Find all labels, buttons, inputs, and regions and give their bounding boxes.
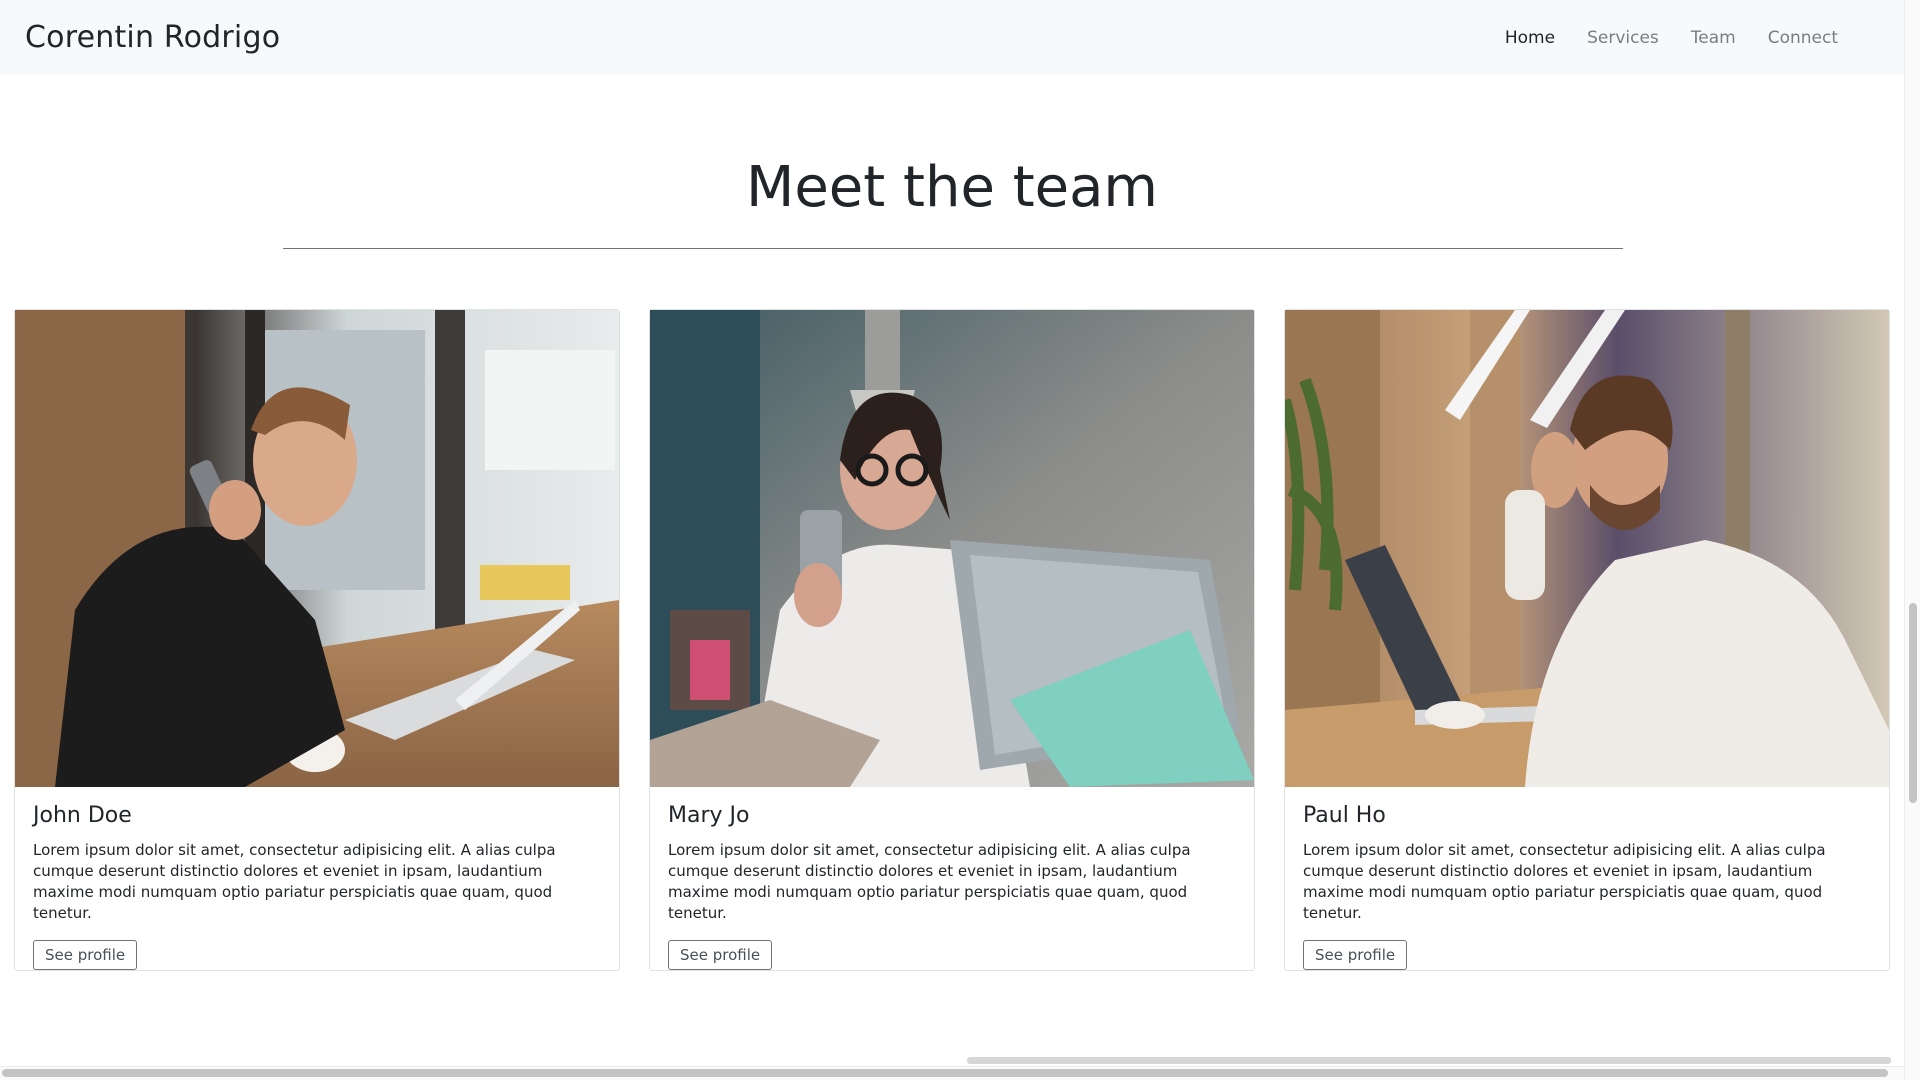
vertical-scrollbar[interactable] <box>1904 0 1920 1080</box>
vertical-scrollbar-thumb[interactable] <box>1909 603 1917 803</box>
horizontal-scrollbar[interactable] <box>0 1066 1904 1080</box>
team-photo-mary-jo <box>650 310 1254 787</box>
card-body: Mary Jo Lorem ipsum dolor sit amet, cons… <box>650 787 1254 970</box>
nav-link-team[interactable]: Team <box>1675 28 1752 48</box>
inner-horizontal-scrollbar-thumb[interactable] <box>967 1057 1891 1064</box>
horizontal-scrollbar-thumb[interactable] <box>2 1069 1888 1077</box>
section-title: Meet the team <box>746 155 1158 220</box>
member-bio: Lorem ipsum dolor sit amet, consectetur … <box>1303 841 1826 922</box>
navbar: Corentin Rodrigo Home Services Team Conn… <box>0 0 1904 75</box>
nav-link-connect[interactable]: Connect <box>1752 28 1854 48</box>
member-name: Paul Ho <box>1303 803 1386 828</box>
team-photo-paul-ho <box>1285 310 1889 787</box>
member-name: John Doe <box>33 803 132 828</box>
team-card-mary-jo: Mary Jo Lorem ipsum dolor sit amet, cons… <box>649 309 1255 971</box>
member-name: Mary Jo <box>668 803 750 828</box>
member-bio: Lorem ipsum dolor sit amet, consectetur … <box>33 841 556 922</box>
nav-link-home[interactable]: Home <box>1489 28 1571 48</box>
member-bio: Lorem ipsum dolor sit amet, consectetur … <box>668 841 1191 922</box>
see-profile-button[interactable]: See profile <box>33 940 138 970</box>
card-body: John Doe Lorem ipsum dolor sit amet, con… <box>15 787 619 970</box>
nav-link-services[interactable]: Services <box>1571 28 1675 48</box>
team-card-john-doe: John Doe Lorem ipsum dolor sit amet, con… <box>14 309 620 971</box>
title-divider <box>283 248 1623 249</box>
see-profile-button[interactable]: See profile <box>668 940 773 970</box>
team-card-paul-ho: Paul Ho Lorem ipsum dolor sit amet, cons… <box>1284 309 1890 971</box>
card-body: Paul Ho Lorem ipsum dolor sit amet, cons… <box>1285 787 1889 970</box>
see-profile-button[interactable]: See profile <box>1303 940 1408 970</box>
nav-links: Home Services Team Connect <box>1489 28 1854 48</box>
team-photo-john-doe <box>15 310 619 787</box>
brand-link[interactable]: Corentin Rodrigo <box>25 20 280 55</box>
